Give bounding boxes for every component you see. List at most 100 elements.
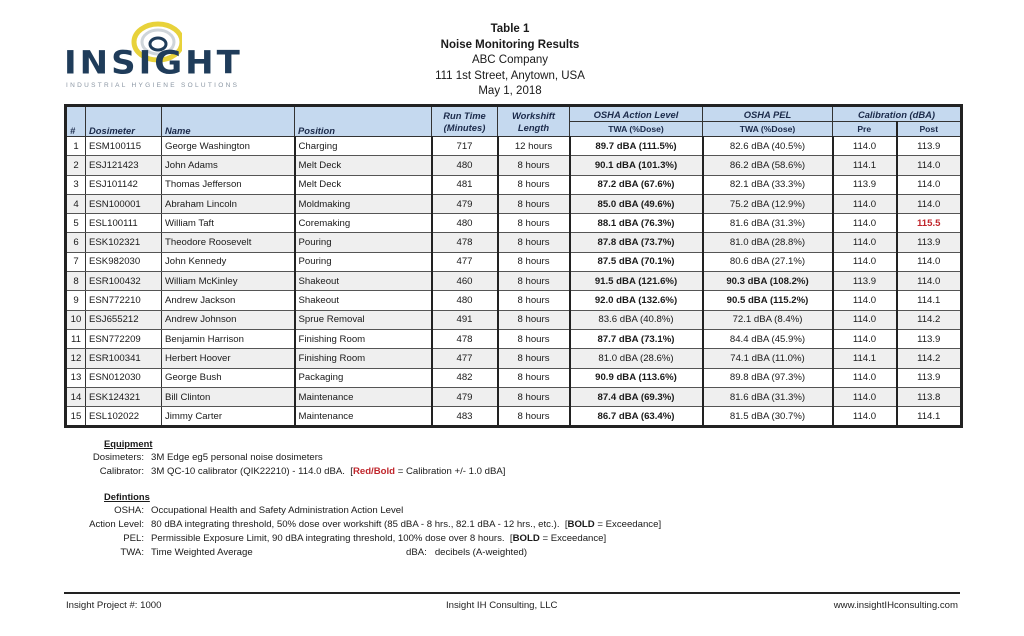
col-header-name: Name xyxy=(161,105,295,137)
pel-label: PEL: xyxy=(123,533,144,544)
cell-run-time: 479 xyxy=(431,193,499,215)
cell-position: Packaging xyxy=(294,367,433,388)
table-row: 13 ESN012030 George Bush Packaging 482 8 hour… xyxy=(65,367,962,388)
cell-name: Abraham Lincoln xyxy=(161,193,296,215)
cell-position: Shakeout xyxy=(294,271,433,292)
col-header-post: Post xyxy=(896,121,962,137)
cell-num: 2 xyxy=(65,155,86,176)
cell-pel: 75.2 dBA (12.9%) xyxy=(702,193,834,215)
cell-num: 14 xyxy=(65,386,86,408)
cell-dosimeter: ESL100111 xyxy=(85,213,162,234)
cell-num: 12 xyxy=(65,348,86,369)
dba-label: dBA: xyxy=(406,547,427,558)
cell-action-level: 89.7 dBA (111.5%) xyxy=(569,135,704,157)
cell-num: 6 xyxy=(65,232,86,253)
cell-cal-post: 114.0 xyxy=(896,174,962,195)
cell-run-time: 480 xyxy=(431,155,499,176)
cell-num: 5 xyxy=(65,213,86,234)
cell-num: 15 xyxy=(65,406,86,428)
table-row: 9 ESN772210 Andrew Jackson Shakeout 480 8 hou… xyxy=(65,290,962,311)
cell-position: Coremaking xyxy=(294,213,433,234)
cell-dosimeter: ESN772210 xyxy=(85,290,162,311)
table-row: 8 ESR100432 William McKinley Shakeout 460 8 h… xyxy=(65,271,962,292)
cell-pel: 84.4 dBA (45.9%) xyxy=(702,328,834,350)
cell-dosimeter: ESJ101142 xyxy=(85,174,162,195)
cell-action-level: 91.5 dBA (121.6%) xyxy=(569,271,704,292)
cell-workshift: 8 hours xyxy=(497,174,571,195)
cell-workshift: 8 hours xyxy=(497,386,571,408)
cell-run-time: 478 xyxy=(431,232,499,253)
footer-project: Insight Project #: 1000 xyxy=(66,600,162,611)
cell-dosimeter: ESK124321 xyxy=(85,386,162,408)
cell-name: John Kennedy xyxy=(161,251,296,273)
cell-cal-pre: 114.0 xyxy=(832,251,898,273)
cell-dosimeter: ESK982030 xyxy=(85,251,162,273)
cell-run-time: 477 xyxy=(431,251,499,273)
cell-cal-pre: 113.9 xyxy=(832,174,898,195)
cell-cal-post: 114.2 xyxy=(896,309,962,330)
cell-num: 9 xyxy=(65,290,86,311)
cell-pel: 90.5 dBA (115.2%) xyxy=(702,290,834,311)
cell-cal-post: 114.0 xyxy=(896,155,962,176)
osha-value: Occupational Health and Safety Administr… xyxy=(151,505,404,516)
cell-position: Shakeout xyxy=(294,290,433,311)
cell-cal-pre: 114.0 xyxy=(832,193,898,215)
cell-dosimeter: ESJ655212 xyxy=(85,309,162,330)
cell-cal-pre: 114.0 xyxy=(832,367,898,388)
col-header-run-time: Run Time (Minutes) xyxy=(431,105,498,137)
noise-results-table: # Dosimeter Name Position Run Time (Minu… xyxy=(64,104,963,429)
footer-website[interactable]: www.insightIHconsulting.com xyxy=(834,600,958,611)
cell-cal-post: 113.9 xyxy=(896,232,962,253)
cell-workshift: 8 hours xyxy=(497,213,571,234)
cell-num: 10 xyxy=(65,309,86,330)
cell-dosimeter: ESJ121423 xyxy=(85,155,162,176)
cell-dosimeter: ESK102321 xyxy=(85,232,162,253)
equipment-dosimeters-row: Dosimeters: 3M Edge eg5 personal noise do… xyxy=(54,451,323,465)
cell-action-level: 92.0 dBA (132.6%) xyxy=(569,290,704,311)
cell-cal-post: 114.0 xyxy=(896,251,962,273)
cell-cal-post: 114.1 xyxy=(896,290,962,311)
col-header-dosimeter: Dosimeter xyxy=(85,105,162,137)
cell-cal-post: 113.8 xyxy=(896,386,962,408)
action-level-value: 80 dBA integrating threshold, 50% dose o… xyxy=(151,519,560,530)
cell-cal-pre: 114.1 xyxy=(832,348,898,369)
cell-num: 13 xyxy=(65,367,86,388)
cell-workshift: 8 hours xyxy=(497,251,571,273)
equipment-calibrator-row: Calibrator: 3M QC-10 calibrator (QIK22210… xyxy=(54,465,506,479)
dosimeters-value: 3M Edge eg5 personal noise dosimeters xyxy=(151,452,323,463)
company-address: 111 1st Street, Anytown, USA xyxy=(435,69,585,82)
calibrator-value: 3M QC-10 calibrator (QIK22210) - 114.0 d… xyxy=(151,466,345,477)
col-header-pre: Pre xyxy=(832,121,898,137)
cell-workshift: 8 hours xyxy=(497,406,571,428)
cell-action-level: 87.7 dBA (73.1%) xyxy=(569,328,704,350)
osha-label: OSHA: xyxy=(114,505,144,516)
table-row: 15 ESL102022 Jimmy Carter Maintenance 483 8 h… xyxy=(65,406,962,428)
definition-osha-row: OSHA: Occupational Health and Safety Admi… xyxy=(54,504,403,518)
table-row: 12 ESR100341 Herbert Hoover Finishing Room 4… xyxy=(65,348,962,369)
cell-action-level: 86.7 dBA (63.4%) xyxy=(569,406,704,428)
pel-value: Permissible Exposure Limit, 90 dBA integ… xyxy=(151,533,505,544)
cell-num: 3 xyxy=(65,174,86,195)
footer-company: Insight IH Consulting, LLC xyxy=(446,600,558,611)
cell-name: George Bush xyxy=(161,367,296,388)
cell-cal-pre: 114.0 xyxy=(832,386,898,408)
cell-run-time: 483 xyxy=(431,406,499,428)
cell-run-time: 491 xyxy=(431,309,499,330)
definition-pel-row: PEL: Permissible Exposure Limit, 90 dBA i… xyxy=(54,532,606,546)
definition-action-level-row: Action Level: 80 dBA integrating threshol… xyxy=(54,518,661,532)
calibrator-note-rest: = Calibration +/- 1.0 dBA] xyxy=(395,466,506,477)
calibrator-label: Calibrator: xyxy=(99,466,144,477)
dba-value: decibels (A-weighted) xyxy=(434,547,528,558)
twa-value: Time Weighted Average xyxy=(151,547,253,558)
cell-pel: 81.6 dBA (31.3%) xyxy=(702,386,834,408)
table-row: 6 ESK102321 Theodore Roosevelt Pouring 478 8 … xyxy=(65,232,962,253)
cell-pel: 89.8 dBA (97.3%) xyxy=(702,367,834,388)
cell-dosimeter: ESN772209 xyxy=(85,328,162,350)
cell-workshift: 12 hours xyxy=(497,135,571,157)
table-row: 14 ESK124321 Bill Clinton Maintenance 479 8 h… xyxy=(65,386,962,408)
definition-twa-row: TWA: Time Weighted Average xyxy=(54,546,253,560)
cell-position: Melt Deck xyxy=(294,174,433,195)
cell-cal-post: 114.1 xyxy=(896,406,962,428)
action-note-key: BOLD xyxy=(567,519,595,530)
report-date: May 1, 2018 xyxy=(478,85,542,97)
